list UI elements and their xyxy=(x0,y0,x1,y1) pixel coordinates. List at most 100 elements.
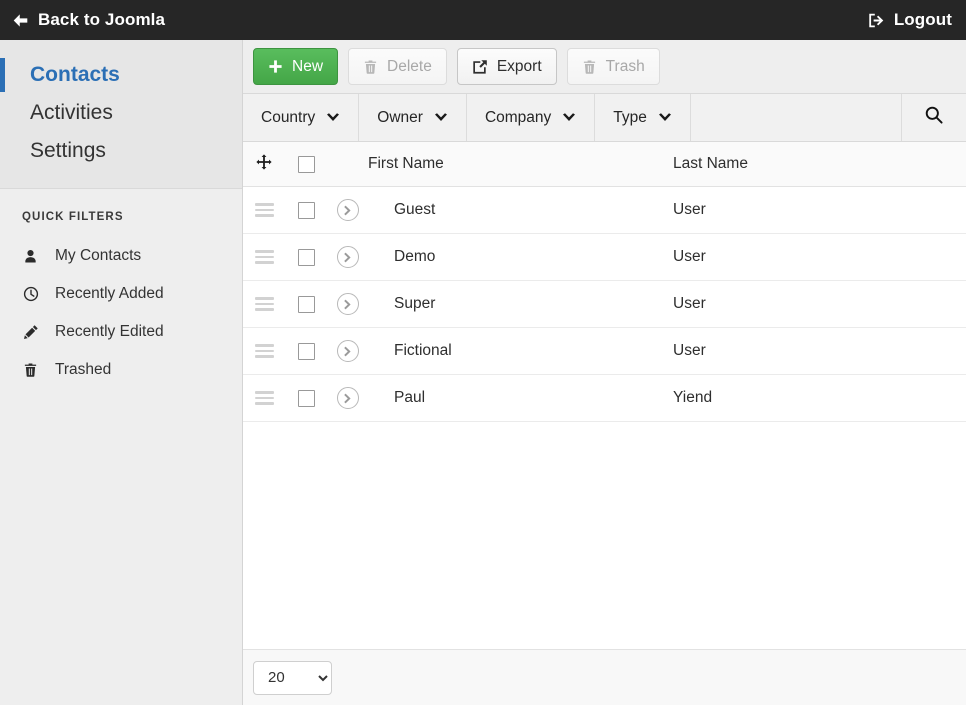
row-checkbox-cell[interactable] xyxy=(285,202,327,219)
row-checkbox-cell[interactable] xyxy=(285,343,327,360)
cell-first-name: Guest xyxy=(369,201,673,219)
logout-link[interactable]: Logout xyxy=(868,10,952,30)
cell-last-name: User xyxy=(673,342,966,360)
sidebar-item-activities-label: Activities xyxy=(30,101,113,124)
row-drag-handle-cell[interactable] xyxy=(243,344,285,358)
drag-handle-icon[interactable] xyxy=(255,250,274,264)
move-icon xyxy=(256,154,272,175)
row-checkbox[interactable] xyxy=(298,202,315,219)
chevron-right-icon[interactable] xyxy=(337,340,359,362)
row-expand-cell[interactable] xyxy=(327,387,369,409)
plus-icon xyxy=(268,59,283,74)
drag-handle-icon[interactable] xyxy=(255,391,274,405)
cell-first-name: Super xyxy=(369,295,673,313)
table-row[interactable]: Paul Yiend xyxy=(243,375,966,422)
new-button-label: New xyxy=(292,58,323,76)
row-checkbox[interactable] xyxy=(298,249,315,266)
filter-dropdown-type-label: Type xyxy=(613,109,647,127)
trash-icon xyxy=(22,362,39,378)
row-checkbox-cell[interactable] xyxy=(285,390,327,407)
filter-dropdown-type[interactable]: Type xyxy=(595,94,691,141)
cell-last-name: User xyxy=(673,201,966,219)
sidebar-nav: Contacts Activities Settings xyxy=(0,40,242,189)
user-icon xyxy=(22,249,39,264)
row-expand-cell[interactable] xyxy=(327,293,369,315)
chevron-right-icon[interactable] xyxy=(337,199,359,221)
sidebar-item-activities[interactable]: Activities xyxy=(0,94,242,132)
filter-dropdown-country-label: Country xyxy=(261,109,315,127)
main-content: New Delete Export xyxy=(243,40,966,705)
drag-handle-icon[interactable] xyxy=(255,344,274,358)
row-expand-cell[interactable] xyxy=(327,199,369,221)
sidebar-item-settings[interactable]: Settings xyxy=(0,132,242,170)
quick-filter-trashed[interactable]: Trashed xyxy=(0,351,242,389)
table-header-row: First Name Last Name xyxy=(243,142,966,187)
drag-handle-icon[interactable] xyxy=(255,297,274,311)
chevron-right-icon[interactable] xyxy=(337,246,359,268)
search-icon xyxy=(924,105,944,130)
delete-button-label: Delete xyxy=(387,58,432,76)
page-size-select[interactable]: 5101520253050100 xyxy=(253,661,332,695)
export-icon xyxy=(472,59,488,75)
cell-first-name: Demo xyxy=(369,248,673,266)
quick-filters-section: QUICK FILTERS My Contacts Rec xyxy=(0,189,242,705)
filter-dropdown-owner[interactable]: Owner xyxy=(359,94,467,141)
sidebar-item-settings-label: Settings xyxy=(30,139,106,162)
quick-filter-recently-edited[interactable]: Recently Edited xyxy=(0,313,242,351)
select-all-checkbox-cell[interactable] xyxy=(285,156,327,173)
filter-dropdown-company[interactable]: Company xyxy=(467,94,595,141)
search-button[interactable] xyxy=(902,94,966,141)
sidebar-item-contacts-label: Contacts xyxy=(30,63,120,86)
filter-bar: Country Owner Company Type xyxy=(243,94,966,142)
new-button[interactable]: New xyxy=(253,48,338,85)
action-toolbar: New Delete Export xyxy=(243,40,966,94)
filter-dropdown-company-label: Company xyxy=(485,109,551,127)
sidebar-item-contacts[interactable]: Contacts xyxy=(0,56,242,94)
row-drag-handle-cell[interactable] xyxy=(243,250,285,264)
chevron-down-icon xyxy=(562,113,576,123)
table-empty-area xyxy=(243,422,966,649)
quick-filter-my-contacts[interactable]: My Contacts xyxy=(0,237,242,275)
column-header-last-name[interactable]: Last Name xyxy=(673,155,966,173)
top-bar: Back to Joomla Logout xyxy=(0,0,966,40)
table-row[interactable]: Fictional User xyxy=(243,328,966,375)
quick-filter-recently-added-label: Recently Added xyxy=(55,285,164,303)
drag-handle-icon[interactable] xyxy=(255,203,274,217)
row-checkbox[interactable] xyxy=(298,343,315,360)
quick-filter-recently-added[interactable]: Recently Added xyxy=(0,275,242,313)
sidebar: Contacts Activities Settings QUICK FILTE… xyxy=(0,40,243,705)
row-checkbox[interactable] xyxy=(298,296,315,313)
filter-dropdown-country[interactable]: Country xyxy=(243,94,359,141)
column-header-first-name[interactable]: First Name xyxy=(327,155,673,173)
row-drag-handle-cell[interactable] xyxy=(243,391,285,405)
row-expand-cell[interactable] xyxy=(327,340,369,362)
trash-icon xyxy=(582,59,597,75)
cell-first-name: Paul xyxy=(369,389,673,407)
export-button[interactable]: Export xyxy=(457,48,557,85)
cell-last-name: User xyxy=(673,248,966,266)
export-button-label: Export xyxy=(497,58,542,76)
row-checkbox[interactable] xyxy=(298,390,315,407)
table-row[interactable]: Demo User xyxy=(243,234,966,281)
trash-button[interactable]: Trash xyxy=(567,48,660,85)
filter-bar-spacer xyxy=(691,94,902,141)
quick-filters-heading: QUICK FILTERS xyxy=(0,211,242,237)
trash-button-label: Trash xyxy=(606,58,645,76)
row-expand-cell[interactable] xyxy=(327,246,369,268)
row-drag-handle-cell[interactable] xyxy=(243,203,285,217)
filter-dropdown-owner-label: Owner xyxy=(377,109,423,127)
delete-button[interactable]: Delete xyxy=(348,48,447,85)
row-drag-handle-cell[interactable] xyxy=(243,297,285,311)
chevron-right-icon[interactable] xyxy=(337,387,359,409)
row-checkbox-cell[interactable] xyxy=(285,296,327,313)
chevron-right-icon[interactable] xyxy=(337,293,359,315)
quick-filter-recently-edited-label: Recently Edited xyxy=(55,323,164,341)
chevron-down-icon xyxy=(658,113,672,123)
table-row[interactable]: Super User xyxy=(243,281,966,328)
select-all-checkbox[interactable] xyxy=(298,156,315,173)
sign-out-icon xyxy=(868,12,885,29)
header-move-cell[interactable] xyxy=(243,154,285,175)
row-checkbox-cell[interactable] xyxy=(285,249,327,266)
table-row[interactable]: Guest User xyxy=(243,187,966,234)
back-to-joomla-link[interactable]: Back to Joomla xyxy=(12,10,165,30)
